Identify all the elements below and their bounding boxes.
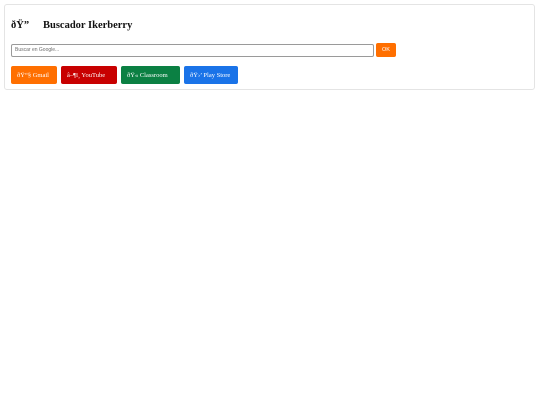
gmail-button[interactable]: ðŸ“§ Gmail: [11, 66, 57, 84]
ok-button[interactable]: OK: [376, 43, 396, 57]
title-emoji-icon: ðŸ”: [11, 20, 30, 31]
play-store-button[interactable]: ðŸ›’ Play Store: [184, 66, 238, 84]
page-title: ðŸ” Buscador Ikerberry: [11, 20, 132, 31]
youtube-button[interactable]: â–¶ï¸ YouTube: [61, 66, 117, 84]
search-card: ðŸ” Buscador Ikerberry OK ðŸ“§ Gmail â–¶…: [4, 4, 535, 90]
classroom-button[interactable]: ðŸ« Classroom: [121, 66, 180, 84]
page-title-text: Buscador Ikerberry: [43, 20, 133, 31]
search-bar: OK: [11, 43, 396, 57]
shortcut-links: ðŸ“§ Gmail â–¶ï¸ YouTube ðŸ« Classroom ð…: [11, 66, 242, 84]
search-input[interactable]: [11, 43, 374, 57]
